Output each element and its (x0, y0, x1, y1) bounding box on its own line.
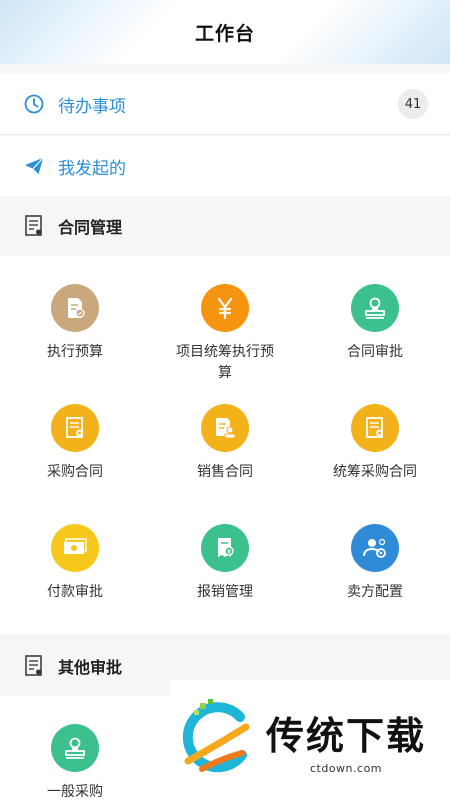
tile-payment-approval[interactable]: 付款审批 (0, 524, 150, 603)
user-gear-icon (351, 524, 399, 572)
tile-label: 统筹采购合同 (333, 464, 417, 480)
todo-label: 待办事项 (58, 96, 126, 117)
money-icon (51, 524, 99, 572)
contract-document-icon (24, 215, 44, 237)
receipt-icon (201, 524, 249, 572)
tile-purchase-contract[interactable]: 采购合同 (0, 404, 150, 483)
todo-count-badge: 41 (398, 89, 428, 119)
contract-document-icon (24, 655, 44, 677)
section-header-contract: 合同管理 (0, 196, 450, 256)
tile-seller-config[interactable]: 卖方配置 (300, 524, 450, 603)
stamp-icon (51, 724, 99, 772)
document-stamp-icon (201, 404, 249, 452)
initiated-label: 我发起的 (58, 158, 126, 179)
watermark: 传统下载 ctdown.com (170, 680, 450, 800)
tile-label: 执行预算 (47, 344, 103, 360)
watermark-url: ctdown.com (309, 762, 383, 775)
document-check-icon (51, 284, 99, 332)
watermark-logo-icon (180, 697, 254, 783)
tile-project-budget[interactable]: 项目统筹执行预算 (150, 284, 300, 384)
clock-icon (24, 94, 44, 114)
tile-label: 合同审批 (347, 344, 403, 360)
tile-label: 报销管理 (197, 584, 253, 600)
section-title: 其他审批 (58, 658, 123, 677)
tile-execution-budget[interactable]: 执行预算 (0, 284, 150, 363)
stamp-icon (351, 284, 399, 332)
tile-general-purchase[interactable]: 一般采购 (0, 724, 150, 800)
initiated-row[interactable]: 我发起的 (0, 136, 450, 196)
tile-sales-contract[interactable]: 销售合同 (150, 404, 300, 483)
page-title: 工作台 (194, 22, 255, 45)
contract-grid: 执行预算 项目统筹执行预算 合同审批 采购合同 销售合同 统筹采购合同 付款审批… (0, 256, 450, 634)
watermark-title: 传统下载 (266, 714, 427, 758)
tile-label: 一般采购 (47, 784, 103, 800)
tile-label: 项目统筹执行预算 (176, 344, 274, 381)
tile-coordinated-purchase-contract[interactable]: 统筹采购合同 (300, 404, 450, 483)
tile-label: 卖方配置 (347, 584, 403, 600)
tile-label: 采购合同 (47, 464, 103, 480)
tile-label: 销售合同 (197, 464, 253, 480)
tile-contract-approval[interactable]: 合同审批 (300, 284, 450, 363)
tile-reimbursement[interactable]: 报销管理 (150, 524, 300, 603)
section-title: 合同管理 (58, 218, 123, 237)
todo-row[interactable]: 待办事项 41 (0, 74, 450, 135)
document-icon (51, 404, 99, 452)
header-bar: 工作台 (0, 0, 450, 64)
tile-label: 付款审批 (47, 584, 103, 600)
paper-plane-icon (24, 156, 44, 176)
document-icon (351, 404, 399, 452)
yen-icon (201, 284, 249, 332)
